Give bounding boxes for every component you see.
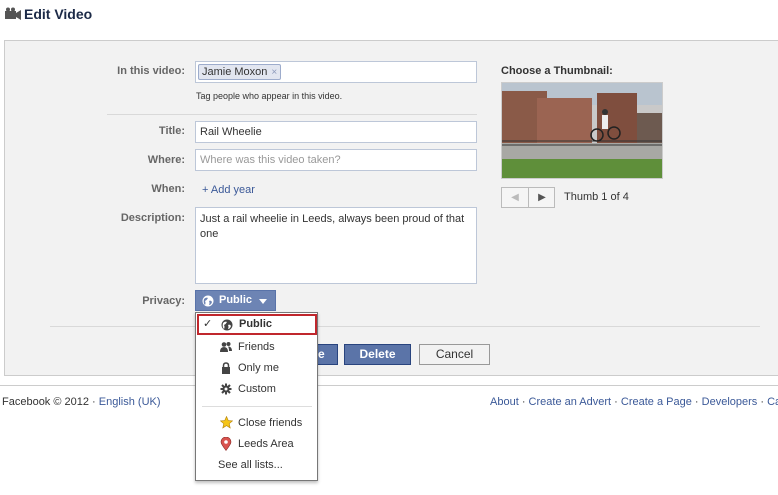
lock-icon xyxy=(222,362,230,374)
footer-separator: · xyxy=(694,396,699,408)
tag-token[interactable]: Jamie Moxon × xyxy=(198,64,282,80)
title-input[interactable]: Rail Wheelie xyxy=(195,121,477,143)
location-pin-icon xyxy=(220,437,232,451)
footer-link-developers[interactable]: Developers xyxy=(702,396,758,408)
in-this-video-label: In this video: xyxy=(117,65,185,77)
chevron-down-icon xyxy=(259,299,267,304)
tag-people-input[interactable]: Jamie Moxon × xyxy=(195,61,477,83)
footer-separator: · xyxy=(521,396,526,408)
checkmark-icon: ✓ xyxy=(203,318,213,330)
privacy-option-close-friends[interactable]: Close friends xyxy=(196,413,317,434)
footer-link-create-page[interactable]: Create a Page xyxy=(621,396,692,408)
when-label: When: xyxy=(151,183,185,195)
footer-link-create-advert[interactable]: Create an Advert xyxy=(529,396,612,408)
footer-link-careers[interactable]: Ca xyxy=(767,396,778,408)
privacy-option-custom[interactable]: Custom xyxy=(196,379,317,400)
globe-icon xyxy=(221,319,233,331)
footer-separator: · xyxy=(760,396,765,408)
privacy-option-only-me[interactable]: Only me xyxy=(196,358,317,379)
language-link[interactable]: English (UK) xyxy=(99,396,161,408)
gear-icon xyxy=(220,383,232,395)
thumbnail-count: Thumb 1 of 4 xyxy=(564,191,629,203)
thumbnail-pager: ◀ ▶ xyxy=(501,187,555,208)
where-label: Where: xyxy=(147,154,185,166)
footer-divider xyxy=(0,385,778,386)
where-input[interactable]: Where was this video taken? xyxy=(195,149,477,171)
video-thumbnail[interactable] xyxy=(501,82,663,179)
thumbnail-label: Choose a Thumbnail: xyxy=(501,65,613,77)
privacy-label: Privacy: xyxy=(142,295,185,307)
privacy-option-public[interactable]: ✓ Public xyxy=(197,314,317,335)
page-title: Edit Video xyxy=(24,6,93,22)
privacy-selector-button[interactable]: Public xyxy=(195,290,276,311)
delete-button[interactable]: Delete xyxy=(344,344,411,365)
thumbnail-image xyxy=(502,83,662,178)
privacy-option-see-all-lists[interactable]: See all lists... xyxy=(196,455,317,476)
privacy-dropdown-menu: ✓ Public Friends Only me Custom Close fr… xyxy=(195,312,318,481)
footer-link-about[interactable]: About xyxy=(490,396,519,408)
footer-separator: · xyxy=(614,396,618,408)
tag-hint: Tag people who appear in this video. xyxy=(196,91,343,101)
remove-tag-icon[interactable]: × xyxy=(271,67,277,78)
privacy-value: Public xyxy=(219,294,253,306)
footer-links: About · Create an Advert · Create a Page… xyxy=(490,396,778,408)
privacy-option-leeds-area[interactable]: Leeds Area xyxy=(196,434,317,455)
divider xyxy=(107,114,477,115)
footer-left: Facebook © 2012 · English (UK) xyxy=(2,396,161,408)
next-thumbnail-button[interactable]: ▶ xyxy=(529,188,555,207)
globe-icon xyxy=(202,295,214,307)
video-camera-icon xyxy=(5,7,21,20)
description-label: Description: xyxy=(120,212,185,224)
menu-divider xyxy=(202,406,312,407)
divider xyxy=(50,326,760,327)
privacy-option-friends[interactable]: Friends xyxy=(196,337,317,358)
previous-thumbnail-button[interactable]: ◀ xyxy=(502,188,529,207)
star-icon xyxy=(220,416,233,429)
description-textarea[interactable]: Just a rail wheelie in Leeds, always bee… xyxy=(195,207,477,284)
add-year-link[interactable]: + Add year xyxy=(202,184,255,196)
cancel-button[interactable]: Cancel xyxy=(419,344,490,365)
friends-icon xyxy=(220,342,232,352)
title-label: Title: xyxy=(158,125,185,137)
copyright-text: Facebook © 2012 · xyxy=(2,396,96,408)
